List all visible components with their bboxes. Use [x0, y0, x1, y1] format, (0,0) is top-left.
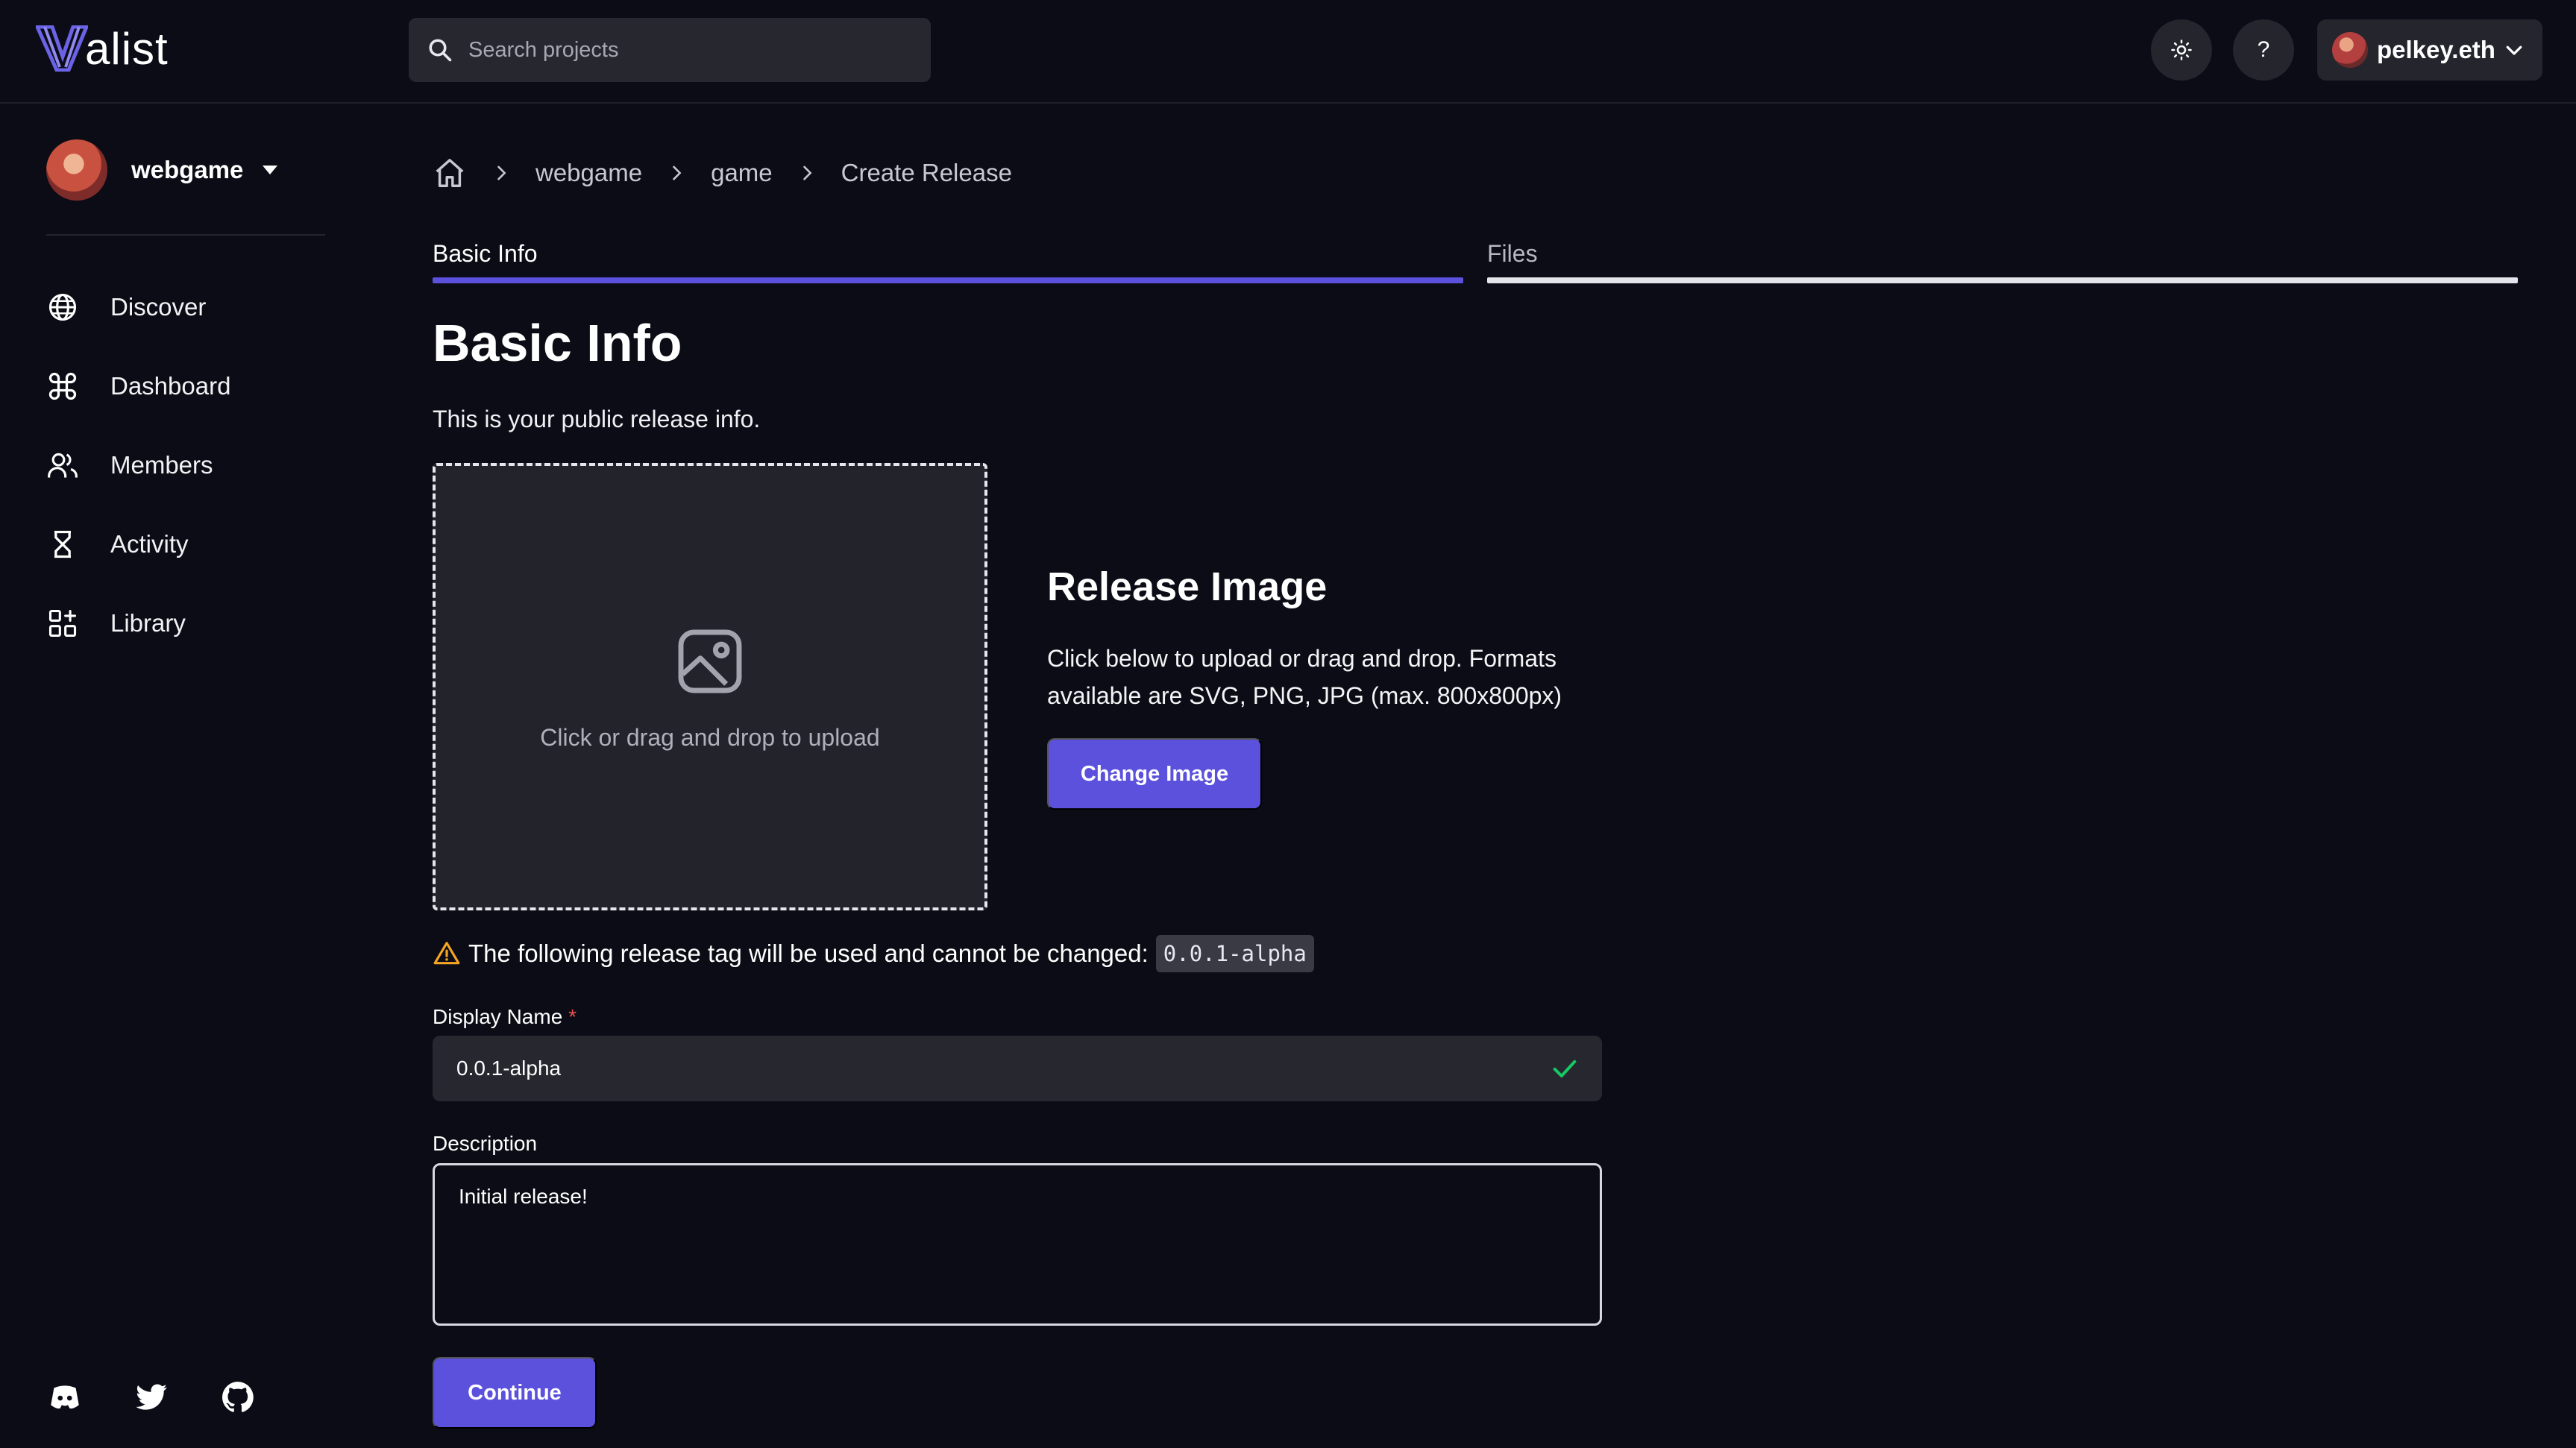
- tab-basic-info[interactable]: Basic Info: [433, 240, 538, 268]
- warning-icon: [433, 942, 460, 965]
- release-tag-warning: The following release tag will be used a…: [433, 934, 1314, 974]
- sidebar-nav: Discover Dashboard Members Activity Libr…: [46, 268, 230, 663]
- logo-text: alist: [85, 24, 169, 74]
- page-title: Basic Info: [433, 314, 682, 372]
- sidebar-item-dashboard[interactable]: Dashboard: [46, 347, 230, 426]
- page-subtitle: This is your public release info.: [433, 406, 761, 432]
- caret-down-icon: [263, 166, 278, 174]
- tab-basic-info-indicator: [433, 277, 1463, 283]
- display-name-field[interactable]: [433, 1036, 1602, 1101]
- breadcrumb-item-webgame[interactable]: webgame: [535, 159, 642, 187]
- check-icon: [1553, 1060, 1577, 1077]
- warning-text: The following release tag will be used a…: [468, 939, 1149, 967]
- required-marker: *: [568, 1005, 577, 1028]
- search-input[interactable]: [468, 37, 886, 63]
- change-image-button[interactable]: Change Image: [1047, 738, 1262, 810]
- sidebar-item-label: Dashboard: [110, 372, 231, 400]
- apps-add-icon: [48, 609, 77, 638]
- display-name-label-text: Display Name: [433, 1005, 563, 1028]
- logo-v-icon: [36, 25, 88, 72]
- sidebar-item-label: Members: [110, 451, 213, 479]
- account-label: pelkey.eth: [2377, 36, 2495, 63]
- tab-files-indicator: [1487, 277, 2518, 283]
- release-image-title: Release Image: [1047, 564, 1328, 609]
- sidebar-item-label: Library: [110, 609, 186, 637]
- globe-icon: [48, 293, 77, 321]
- continue-button[interactable]: Continue: [433, 1357, 597, 1429]
- help-label: ?: [2257, 37, 2270, 62]
- users-icon: [48, 453, 78, 478]
- breadcrumb: webgame game Create Release: [433, 152, 1012, 194]
- theme-toggle-button[interactable]: [2151, 19, 2212, 81]
- sidebar-item-members[interactable]: Members: [46, 426, 230, 505]
- twitter-icon[interactable]: [133, 1379, 170, 1416]
- sidebar-item-library[interactable]: Library: [46, 584, 230, 663]
- sidebar-item-label: Discover: [110, 293, 207, 321]
- help-button[interactable]: ?: [2233, 19, 2294, 81]
- search-bar[interactable]: [409, 18, 931, 82]
- description-label: Description: [433, 1132, 538, 1155]
- sun-icon: [2171, 40, 2192, 60]
- chevron-right-icon: [497, 166, 506, 180]
- command-icon: [48, 372, 77, 400]
- github-icon[interactable]: [219, 1379, 257, 1416]
- avatar: [2332, 32, 2368, 68]
- image-dropzone[interactable]: Click or drag and drop to upload: [433, 463, 987, 910]
- project-avatar: [46, 139, 107, 201]
- dropzone-label: Click or drag and drop to upload: [540, 723, 880, 751]
- project-switcher[interactable]: webgame: [46, 139, 278, 201]
- display-name-label: Display Name *: [433, 1005, 577, 1029]
- discord-icon[interactable]: [46, 1379, 84, 1416]
- project-name: webgame: [131, 156, 244, 183]
- release-tag: 0.0.1-alpha: [1155, 935, 1314, 972]
- breadcrumb-item-game[interactable]: game: [711, 159, 773, 187]
- sidebar-item-label: Activity: [110, 530, 189, 558]
- chevron-right-icon: [802, 166, 812, 180]
- home-icon[interactable]: [433, 156, 467, 190]
- sidebar: webgame Discover Dashboard Members Activ…: [0, 104, 351, 1448]
- sidebar-item-discover[interactable]: Discover: [46, 268, 230, 347]
- sidebar-item-activity[interactable]: Activity: [46, 505, 230, 584]
- chevron-down-icon: [2506, 45, 2522, 55]
- image-icon: [678, 629, 742, 693]
- hourglass-icon: [54, 530, 71, 558]
- sidebar-divider: [46, 234, 325, 236]
- account-menu-button[interactable]: pelkey.eth: [2317, 19, 2542, 81]
- search-icon: [429, 39, 452, 62]
- valist-logo[interactable]: alist: [36, 19, 169, 72]
- release-image-description: Click below to upload or drag and drop. …: [1047, 645, 1562, 709]
- top-bar: alist ? pelkey.eth: [0, 0, 2576, 104]
- breadcrumb-item-create-release: Create Release: [841, 159, 1012, 186]
- description-textarea[interactable]: Initial release!: [433, 1163, 1602, 1326]
- tab-files[interactable]: Files: [1487, 240, 1538, 268]
- display-name-input[interactable]: [456, 1057, 1501, 1080]
- chevron-right-icon: [673, 166, 682, 180]
- social-links: [46, 1379, 306, 1416]
